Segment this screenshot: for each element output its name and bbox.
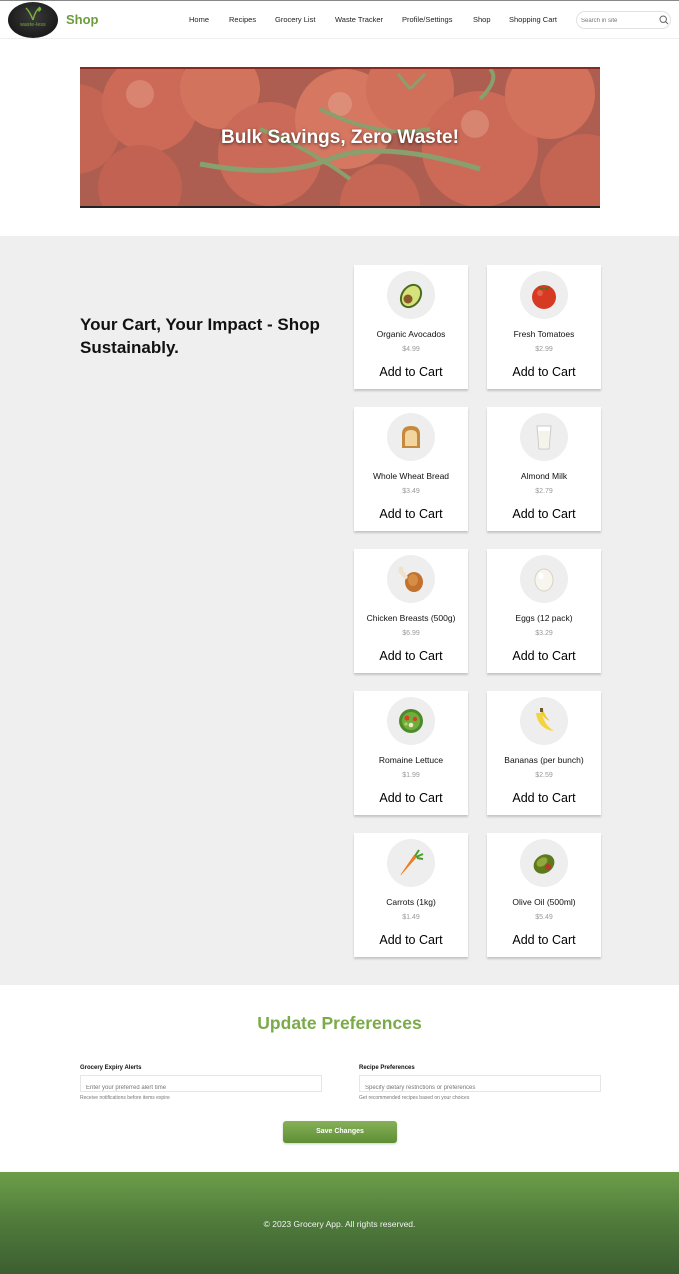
product-card: Bananas (per bunch) $2.59 Add to Cart: [487, 691, 601, 815]
product-card: Chicken Breasts (500g) $6.99 Add to Cart: [354, 549, 468, 673]
expiry-alerts-field-wrapper: [80, 1075, 322, 1096]
product-price: $3.49: [402, 488, 420, 495]
product-name: Almond Milk: [520, 471, 568, 481]
product-card: Fresh Tomatoes $2.99 Add to Cart: [487, 265, 601, 389]
nav-grocery-list[interactable]: Grocery List: [275, 15, 315, 24]
product-price: $1.49: [402, 914, 420, 921]
save-changes-button[interactable]: Save Changes: [283, 1121, 397, 1143]
add-to-cart-button[interactable]: Add to Cart: [354, 791, 468, 805]
logo[interactable]: waste-less: [8, 2, 58, 38]
expiry-alerts-label: Grocery Expiry Alerts: [80, 1065, 142, 1071]
product-price: $4.99: [402, 346, 420, 353]
recipe-preferences-field-wrapper: [359, 1075, 601, 1096]
product-name: Eggs (12 pack): [515, 613, 573, 623]
search-icon[interactable]: [658, 14, 670, 26]
product-card: Organic Avocados $4.99 Add to Cart: [354, 265, 468, 389]
product-price: $5.49: [535, 914, 553, 921]
product-name: Whole Wheat Bread: [372, 471, 450, 481]
product-price: $2.99: [535, 346, 553, 353]
expiry-alerts-help: Receive notifications before items expir…: [80, 1095, 170, 1101]
add-to-cart-button[interactable]: Add to Cart: [487, 933, 601, 947]
copyright-text: © 2023 Grocery App. All rights reserved.: [263, 1219, 416, 1229]
product-card: Olive Oil (500ml) $5.49 Add to Cart: [487, 833, 601, 957]
product-card: Carrots (1kg) $1.49 Add to Cart: [354, 833, 468, 957]
chicken-icon: [398, 566, 423, 592]
site-footer: © 2023 Grocery App. All rights reserved.: [0, 1172, 679, 1274]
nav-profile-settings[interactable]: Profile/Settings: [402, 15, 452, 24]
add-to-cart-button[interactable]: Add to Cart: [487, 507, 601, 521]
add-to-cart-button[interactable]: Add to Cart: [354, 933, 468, 947]
product-card: Eggs (12 pack) $3.29 Add to Cart: [487, 549, 601, 673]
add-to-cart-button[interactable]: Add to Cart: [354, 365, 468, 379]
recipe-preferences-label: Recipe Preferences: [359, 1065, 415, 1071]
product-name: Fresh Tomatoes: [513, 329, 575, 339]
product-name: Carrots (1kg): [386, 897, 436, 907]
preferences-title: Update Preferences: [257, 1013, 422, 1033]
product-price: $2.79: [535, 488, 553, 495]
banana-icon: [536, 708, 554, 731]
leaf-icon: [25, 6, 42, 21]
page-title: Shop: [66, 12, 99, 27]
egg-icon: [534, 568, 554, 592]
nav-recipes[interactable]: Recipes: [229, 15, 256, 24]
product-card: Almond Milk $2.79 Add to Cart: [487, 407, 601, 531]
site-header: waste-less Shop Home Recipes Grocery Lis…: [0, 0, 679, 39]
search-box: [576, 11, 671, 29]
product-name: Olive Oil (500ml): [512, 897, 576, 907]
tagline: Your Cart, Your Impact - Shop Sustainabl…: [80, 315, 320, 357]
product-price: $6.99: [402, 630, 420, 637]
logo-text: waste-less: [20, 22, 46, 28]
recipe-preferences-help: Get recommended recipes based on your ch…: [359, 1095, 470, 1101]
tomato-icon: [532, 285, 556, 309]
product-price: $2.59: [535, 772, 553, 779]
product-name: Chicken Breasts (500g): [366, 613, 456, 623]
search-input[interactable]: [581, 15, 653, 26]
olive-icon: [533, 854, 555, 874]
add-to-cart-button[interactable]: Add to Cart: [487, 791, 601, 805]
avocado-icon: [399, 283, 423, 309]
add-to-cart-button[interactable]: Add to Cart: [487, 365, 601, 379]
product-card: Whole Wheat Bread $3.49 Add to Cart: [354, 407, 468, 531]
milk-icon: [536, 425, 552, 450]
recipe-preferences-input[interactable]: [360, 1080, 600, 1096]
hero-banner: Bulk Savings, Zero Waste!: [80, 67, 600, 208]
carousel-indicators: [325, 201, 349, 206]
carrot-icon: [400, 849, 424, 876]
add-to-cart-button[interactable]: Add to Cart: [487, 649, 601, 663]
expiry-alerts-input[interactable]: [81, 1080, 321, 1096]
salad-icon: [399, 709, 423, 733]
product-price: $3.29: [535, 630, 553, 637]
nav-home[interactable]: Home: [189, 15, 209, 24]
add-to-cart-button[interactable]: Add to Cart: [354, 507, 468, 521]
add-to-cart-button[interactable]: Add to Cart: [354, 649, 468, 663]
product-name: Organic Avocados: [376, 329, 446, 339]
bread-icon: [402, 426, 420, 448]
product-price: $1.99: [402, 772, 420, 779]
nav-shopping-cart[interactable]: Shopping Cart: [509, 15, 557, 24]
product-name: Romaine Lettuce: [378, 755, 444, 765]
product-name: Bananas (per bunch): [504, 755, 584, 765]
nav-waste-tracker[interactable]: Waste Tracker: [335, 15, 383, 24]
hero-title: Bulk Savings, Zero Waste!: [221, 127, 459, 148]
product-card: Romaine Lettuce $1.99 Add to Cart: [354, 691, 468, 815]
nav-shop[interactable]: Shop: [473, 15, 491, 24]
